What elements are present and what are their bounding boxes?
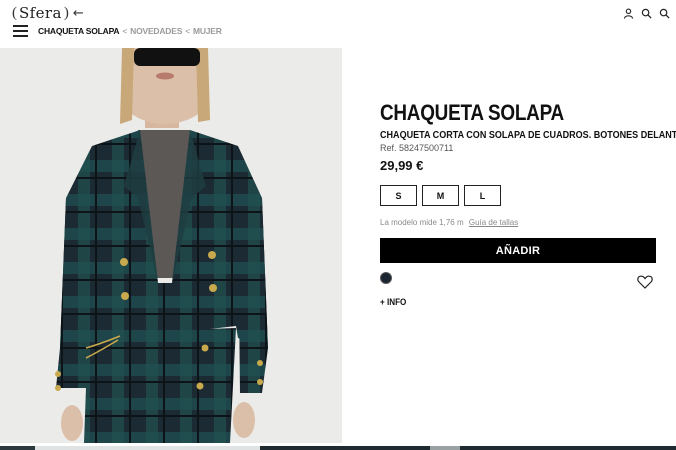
logo-open-paren: ( — [12, 4, 17, 21]
product-title: CHAQUETA SOLAPA — [380, 100, 564, 125]
product-description: CHAQUETA CORTA CON SOLAPA DE CUADROS. BO… — [380, 129, 676, 141]
size-option-l[interactable]: L — [464, 185, 501, 206]
color-swatch[interactable] — [380, 272, 392, 284]
heart-icon[interactable] — [637, 275, 653, 289]
breadcrumb-novedades[interactable]: NOVEDADES — [130, 26, 182, 36]
breadcrumb-mujer[interactable]: MUJER — [193, 26, 222, 36]
product-price: 29,99 € — [380, 158, 424, 173]
more-info-link[interactable]: + INFO — [380, 297, 406, 307]
breadcrumb-separator: < — [185, 26, 190, 36]
model-info: La modelo mide 1,76 m Guía de tallas — [380, 218, 518, 227]
brand-logo[interactable]: ( Sfera ) ← — [12, 3, 84, 23]
model-height-text: La modelo mide 1,76 m — [380, 218, 464, 227]
size-option-m[interactable]: M — [422, 185, 459, 206]
add-to-cart-button[interactable]: AÑADIR — [380, 238, 656, 263]
size-option-s[interactable]: S — [380, 185, 417, 206]
header-actions — [622, 7, 670, 19]
breadcrumb: CHAQUETA SOLAPA < NOVEDADES < MUJER — [38, 25, 222, 37]
breadcrumb-separator: < — [122, 26, 128, 36]
back-arrow-icon[interactable]: ← — [73, 6, 84, 21]
search-icon[interactable] — [640, 7, 652, 19]
size-selector: S M L — [380, 185, 501, 206]
logo-close-paren: ) — [63, 4, 69, 21]
user-icon[interactable] — [622, 7, 634, 19]
size-guide-link[interactable]: Guía de tallas — [469, 218, 518, 227]
logo-wordmark: Sfera — [19, 4, 62, 22]
product-image[interactable] — [0, 48, 342, 443]
breadcrumb-current: CHAQUETA SOLAPA — [38, 26, 120, 36]
bottom-scrollbar[interactable] — [0, 443, 676, 450]
bag-icon[interactable] — [658, 7, 670, 19]
product-ref: Ref. 58247500711 — [380, 143, 454, 153]
menu-icon[interactable] — [13, 25, 28, 37]
model-photo — [0, 48, 342, 443]
